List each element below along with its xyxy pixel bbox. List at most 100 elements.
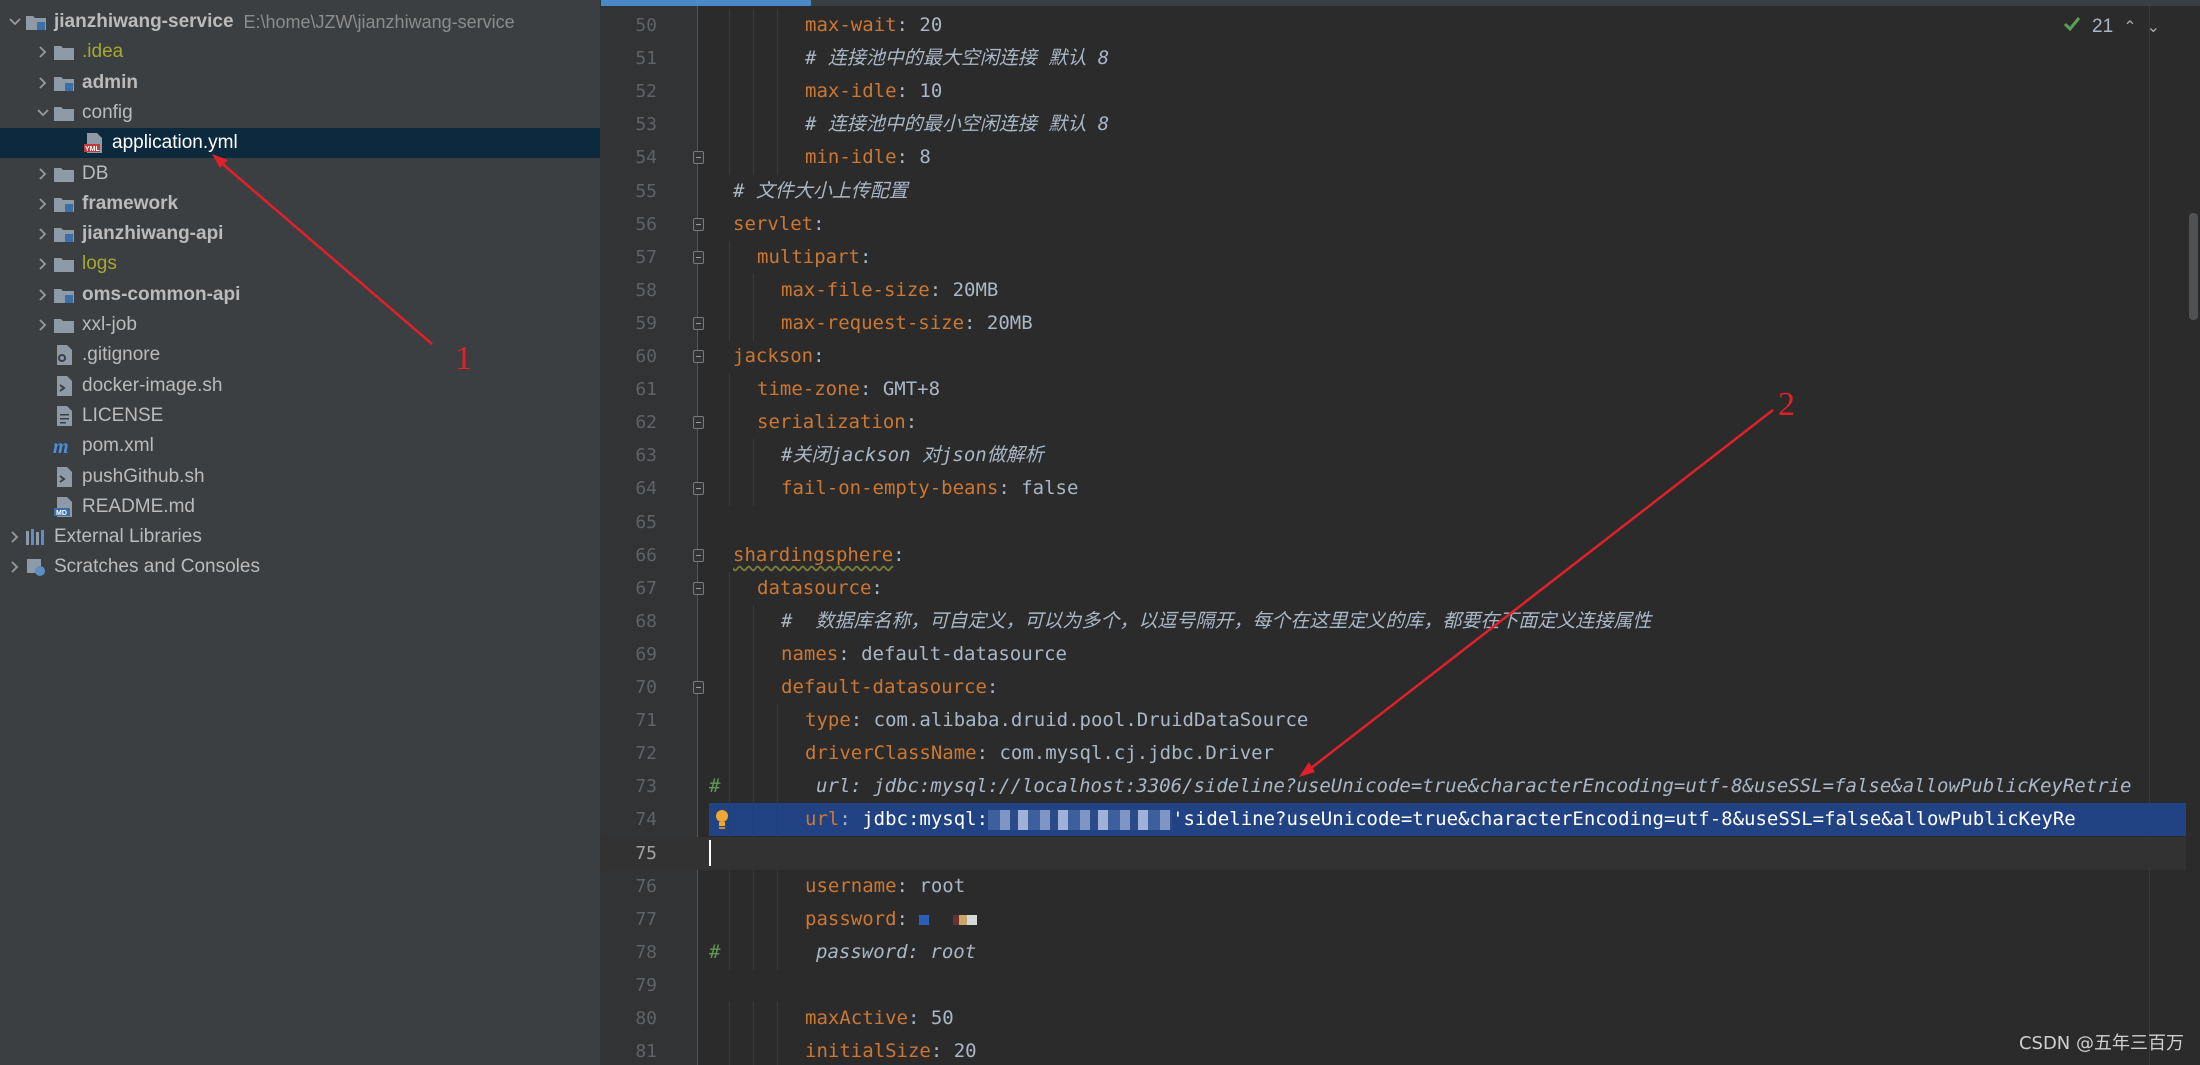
code-line[interactable]: 63 #关闭jackson 对json做解析 — [601, 439, 2200, 473]
code-comment: # 数据库名称，可自定义，可以为多个，以逗号隔开，每个在这里定义的库，都要在下面… — [781, 610, 1652, 632]
yaml-entry: username: root — [805, 870, 965, 903]
yaml-value-prefix: jdbc:mysql: — [862, 808, 989, 830]
code-line[interactable]: 73 # url: jdbc:mysql://localhost:3306/side… — [601, 770, 2200, 804]
fold-marker-icon[interactable] — [693, 350, 704, 363]
tree-item-label: admin — [82, 72, 138, 93]
line-number: 53 — [635, 114, 657, 135]
tree-scratches-and-consoles[interactable]: Scratches and Consoles — [0, 552, 600, 582]
tree-item-readme-md[interactable]: MD README.md — [0, 492, 600, 522]
tree-item-admin[interactable]: admin — [0, 68, 600, 98]
code-line[interactable]: 58 max-file-size: 20MB — [601, 274, 2200, 308]
chevron-right-icon[interactable] — [34, 37, 52, 67]
project-path: E:\home\JZW\jianzhiwang-service — [243, 11, 515, 32]
tree-item-logs[interactable]: logs — [0, 249, 600, 279]
fold-marker-icon[interactable] — [693, 582, 704, 595]
code-line[interactable]: 75 — [601, 837, 2200, 870]
tree-item-gitignore[interactable]: .gitignore — [0, 340, 600, 370]
code-line[interactable]: 69 names: default-datasource — [601, 638, 2200, 672]
code-line[interactable]: 51 # 连接池中的最大空闲连接 默认 8 — [601, 42, 2200, 76]
fold-marker-icon[interactable] — [693, 317, 704, 330]
yaml-value: 20 — [953, 1040, 977, 1062]
code-line[interactable]: 56 servlet: — [601, 208, 2200, 241]
tree-item-jianzhiwang-api[interactable]: jianzhiwang-api — [0, 219, 600, 249]
tree-item-idea[interactable]: .idea — [0, 37, 600, 67]
chevron-down-icon[interactable] — [34, 98, 52, 128]
code-line[interactable]: 79 — [601, 969, 2200, 1002]
code-line[interactable]: 59 max-request-size: 20MB — [601, 307, 2200, 341]
code-line[interactable]: 66 shardingsphere: — [601, 539, 2200, 572]
chevron-down-icon[interactable] — [6, 7, 24, 37]
code-line[interactable]: 52 max-idle: 10 — [601, 75, 2200, 109]
tree-item-application-yml[interactable]: YML application.yml — [0, 128, 600, 158]
indent-guide — [729, 572, 730, 606]
code-line[interactable]: 80 maxActive: 50 — [601, 1002, 2200, 1036]
fold-marker-icon[interactable] — [693, 151, 704, 164]
tree-item-pushgithub-sh[interactable]: pushGithub.sh — [0, 462, 600, 492]
indent-guide — [777, 108, 778, 142]
tree-item-label: DB — [82, 163, 109, 184]
chevron-right-icon[interactable] — [34, 280, 52, 310]
tree-item-pom-xml[interactable]: m pom.xml — [0, 431, 600, 461]
code-line[interactable]: 67 datasource: — [601, 572, 2200, 606]
inspection-widget[interactable]: 21 ⌃ ⌄ — [2062, 14, 2160, 40]
code-editor[interactable]: 50 max-wait: 20 51 # 连接池中的最大空闲连接 默认 8 52 max-… — [601, 0, 2200, 1065]
code-line[interactable]: 64 fail-on-empty-beans: false — [601, 472, 2200, 506]
code-line[interactable]: 77 password: — [601, 903, 2200, 937]
chevron-right-icon[interactable] — [6, 552, 24, 582]
tree-item-license[interactable]: LICENSE — [0, 401, 600, 431]
code-line[interactable]: 55 # 文件大小上传配置 — [601, 175, 2200, 208]
code-line[interactable]: 57 multipart: — [601, 241, 2200, 275]
chevron-right-icon[interactable] — [34, 249, 52, 279]
indent-guide — [777, 803, 778, 837]
indent-guide — [777, 903, 778, 937]
code-line[interactable]: 74 url: jdbc:mysql: 'sideline?useUnicode=t… — [601, 803, 2200, 837]
indent-guide — [729, 605, 730, 639]
code-line[interactable]: 60 jackson: — [601, 340, 2200, 373]
watermark: CSDN @五年三百万 — [2018, 1033, 2184, 1054]
code-line[interactable]: 61 time-zone: GMT+8 — [601, 373, 2200, 407]
tree-item-xxl-job[interactable]: xxl-job — [0, 310, 600, 340]
chevron-right-icon[interactable] — [34, 310, 52, 340]
chevron-right-icon[interactable] — [6, 522, 24, 552]
code-line[interactable]: 81 initialSize: 20 — [601, 1035, 2200, 1065]
yaml-colon: : — [896, 14, 920, 36]
chevron-right-icon[interactable] — [34, 68, 52, 98]
code-line[interactable]: 76 username: root — [601, 870, 2200, 904]
tree-root-jianzhiwang-service[interactable]: jianzhiwang-service E:\home\JZW\jianzhiwa… — [0, 7, 600, 37]
code-line[interactable]: 72 driverClassName: com.mysql.cj.jdbc.Dri… — [601, 737, 2200, 771]
yaml-entry: jackson: — [733, 340, 836, 373]
chevron-right-icon[interactable] — [34, 219, 52, 249]
previous-highlight-icon[interactable]: ⌃ — [2123, 17, 2136, 37]
module-folder-icon — [52, 72, 76, 94]
fold-marker-icon[interactable] — [693, 482, 704, 495]
tree-external-libraries[interactable]: External Libraries — [0, 522, 600, 552]
module-folder-icon — [52, 284, 76, 306]
scrollbar-thumb[interactable] — [2189, 213, 2198, 320]
code-line[interactable]: 71 type: com.alibaba.druid.pool.DruidData… — [601, 704, 2200, 738]
code-line[interactable]: 54 min-idle: 8 — [601, 141, 2200, 175]
shell-file-icon — [52, 466, 76, 488]
yaml-entry: shardingsphere: — [733, 539, 916, 572]
code-line[interactable]: 78 # password: root — [601, 936, 2200, 970]
module-folder-icon — [52, 193, 76, 215]
code-line[interactable]: 65 — [601, 506, 2200, 539]
code-line[interactable]: 70 default-datasource: — [601, 671, 2200, 705]
tree-item-oms-common-api[interactable]: oms-common-api — [0, 280, 600, 310]
fold-marker-icon[interactable] — [693, 218, 704, 231]
fold-marker-icon[interactable] — [693, 251, 704, 264]
code-line[interactable]: 50 max-wait: 20 — [601, 9, 2200, 43]
fold-marker-icon[interactable] — [693, 549, 704, 562]
code-line[interactable]: 53 # 连接池中的最小空闲连接 默认 8 — [601, 108, 2200, 142]
code-line[interactable]: 62 serialization: — [601, 406, 2200, 440]
tree-item-db[interactable]: DB — [0, 159, 600, 189]
tree-item-config[interactable]: config — [0, 98, 600, 128]
next-highlight-icon[interactable]: ⌄ — [2147, 17, 2160, 37]
tree-item-docker-image-sh[interactable]: docker-image.sh — [0, 371, 600, 401]
fold-marker-icon[interactable] — [693, 416, 704, 429]
vertical-scrollbar[interactable] — [2186, 6, 2200, 1065]
chevron-right-icon[interactable] — [34, 159, 52, 189]
fold-marker-icon[interactable] — [693, 681, 704, 694]
tree-item-framework[interactable]: framework — [0, 189, 600, 219]
chevron-right-icon[interactable] — [34, 189, 52, 219]
code-line[interactable]: 68 # 数据库名称，可自定义，可以为多个，以逗号隔开，每个在这里定义的库，都要在… — [601, 605, 2200, 639]
